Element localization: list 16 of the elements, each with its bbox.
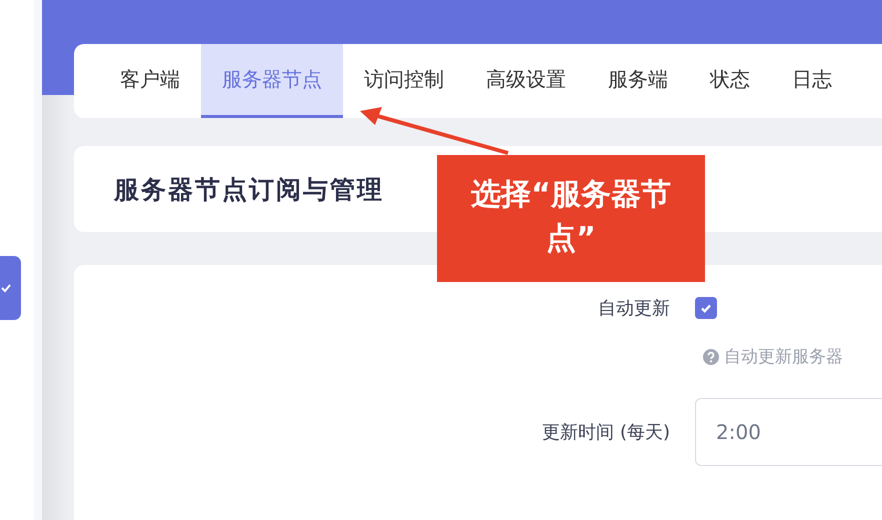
section-title: 服务器节点订阅与管理 (114, 174, 384, 206)
check-icon (1, 283, 11, 293)
field-label: 自动更新 (597, 297, 670, 320)
help-text: 自动更新服务器 (724, 346, 843, 368)
tab[interactable]: 高级设置 (465, 44, 587, 118)
checkbox[interactable] (695, 297, 717, 319)
callout-label: 选择“服务器节点” (437, 155, 705, 282)
time-input[interactable]: 2:00 (695, 398, 882, 466)
tab[interactable]: 客户端 (99, 44, 201, 118)
tab[interactable]: 状态 (689, 44, 771, 118)
check-icon (700, 302, 712, 314)
field-label: 更新时间 (每天) (541, 421, 670, 444)
tab[interactable]: 访问控制 (343, 44, 465, 118)
tab[interactable]: 服务端 (587, 44, 689, 118)
tab[interactable]: 日志 (771, 44, 853, 118)
help-icon (703, 348, 719, 364)
